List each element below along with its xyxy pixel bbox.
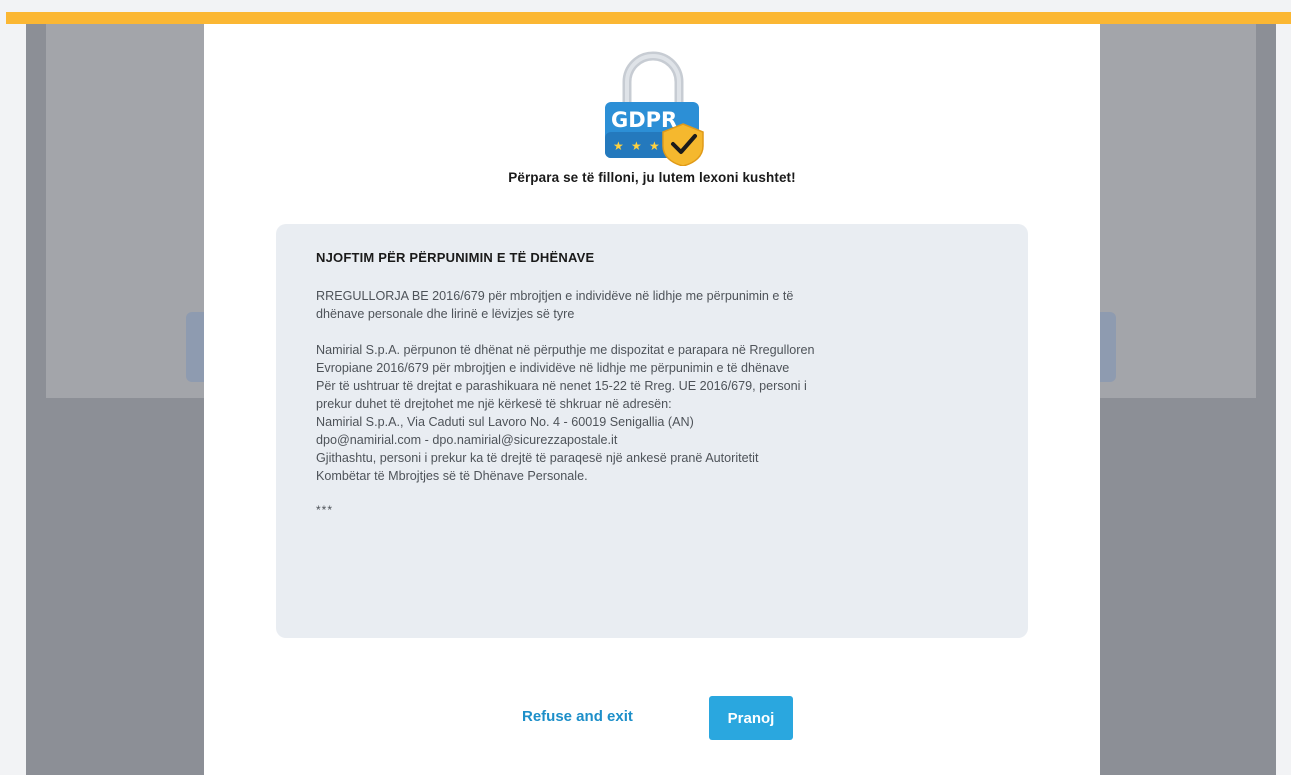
gdpr-logo-text: GDPR [611, 108, 677, 132]
gdpr-lock-shield-icon: GDPR ★ ★ ★ [605, 51, 704, 167]
consent-modal: GDPR ★ ★ ★ Përpara se të filloni, ju lut… [204, 20, 1100, 775]
gdpr-logo: GDPR ★ ★ ★ [597, 46, 709, 167]
privacy-notice-box[interactable]: NJOFTIM PËR PËRPUNIMIN E TË DHËNAVE RREG… [276, 224, 1028, 638]
modal-actions: Refuse and exit Pranoj [204, 696, 1100, 742]
notice-body-paragraph: Namirial S.p.A. përpunon të dhënat në pë… [316, 343, 815, 483]
screen: GDPR ★ ★ ★ Përpara se të filloni, ju lut… [0, 0, 1291, 775]
refuse-and-exit-button[interactable]: Refuse and exit [522, 708, 633, 725]
svg-text:★: ★ [649, 139, 660, 153]
notice-heading: NJOFTIM PËR PËRPUNIMIN E TË DHËNAVE [316, 250, 595, 265]
svg-text:★: ★ [631, 139, 642, 153]
accent-top-bar [6, 12, 1291, 24]
svg-text:★: ★ [613, 139, 624, 153]
intro-title: Përpara se të filloni, ju lutem lexoni k… [508, 170, 796, 185]
notice-ellipsis: *** [316, 503, 334, 517]
notice-regulation-paragraph: RREGULLORJA BE 2016/679 për mbrojtjen e … [316, 289, 794, 321]
accept-button[interactable]: Pranoj [709, 696, 793, 740]
